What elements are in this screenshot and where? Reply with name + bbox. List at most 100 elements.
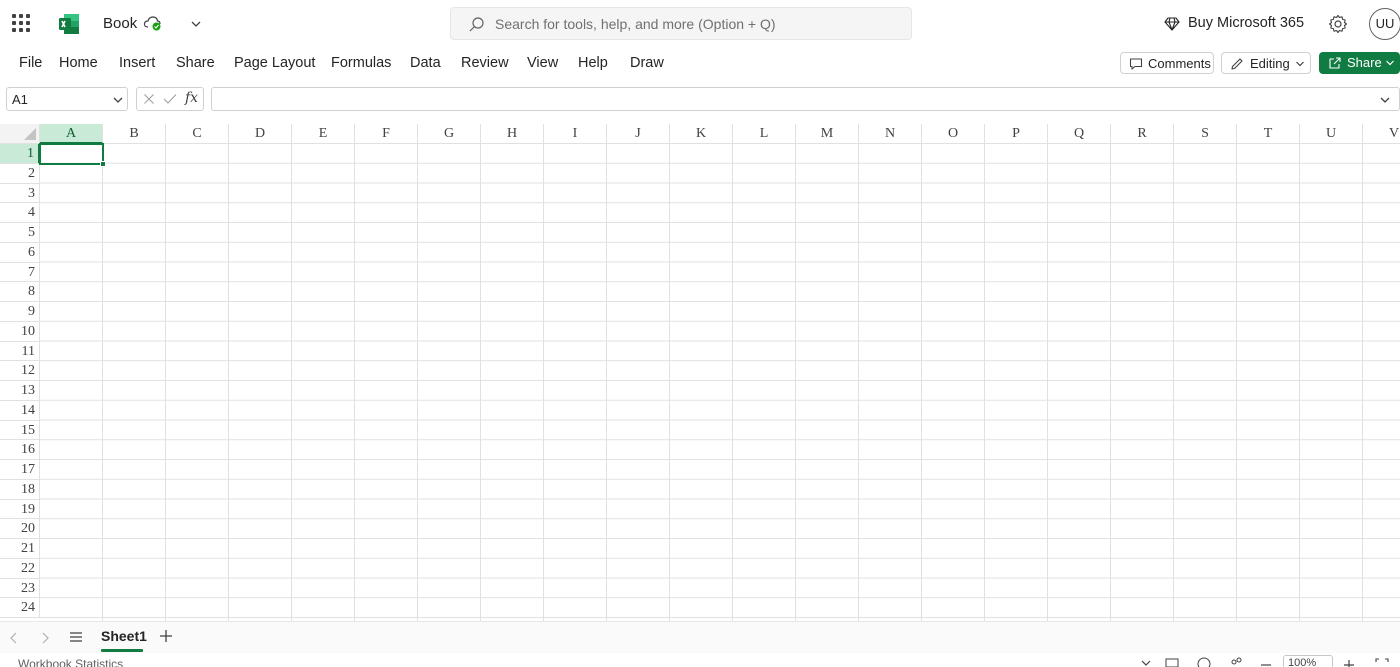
column-header-d[interactable]: D — [229, 124, 292, 144]
tab-help[interactable]: Help — [578, 55, 608, 71]
workbook-statistics-button[interactable]: Workbook Statistics — [18, 657, 123, 667]
column-header-m[interactable]: M — [796, 124, 859, 144]
chevron-down-icon[interactable] — [1140, 656, 1152, 667]
fill-handle[interactable] — [100, 161, 106, 167]
row-header-10[interactable]: 10 — [0, 321, 40, 342]
column-header-q[interactable]: Q — [1048, 124, 1111, 144]
tab-file[interactable]: File — [19, 55, 42, 71]
cancel-icon[interactable] — [143, 93, 155, 105]
zoom-in-icon[interactable] — [1343, 656, 1355, 667]
column-header-u[interactable]: U — [1300, 124, 1363, 144]
select-all-button[interactable] — [0, 124, 40, 144]
search-box[interactable]: Search for tools, help, and more (Option… — [450, 7, 912, 40]
row-header-23[interactable]: 23 — [0, 578, 40, 599]
add-sheet-icon[interactable] — [159, 628, 173, 644]
column-header-i[interactable]: I — [544, 124, 607, 144]
column-header-c[interactable]: C — [166, 124, 229, 144]
column-header-l[interactable]: L — [733, 124, 796, 144]
formula-input[interactable] — [211, 87, 1400, 111]
column-header-p[interactable]: P — [985, 124, 1048, 144]
document-name[interactable]: Book — [103, 15, 137, 32]
help-icon[interactable] — [1197, 656, 1211, 667]
app-launcher-icon[interactable] — [12, 14, 30, 32]
row-header-6[interactable]: 6 — [0, 242, 40, 263]
column-header-f[interactable]: F — [355, 124, 418, 144]
column-header-e[interactable]: E — [292, 124, 355, 144]
editing-mode-button[interactable]: Editing — [1221, 52, 1311, 74]
tab-data[interactable]: Data — [410, 55, 441, 71]
tab-draw[interactable]: Draw — [630, 55, 664, 71]
column-header-v[interactable]: V — [1363, 124, 1400, 144]
buy-microsoft-365-link[interactable]: Buy Microsoft 365 — [1188, 15, 1304, 31]
share-button[interactable]: Share — [1319, 52, 1400, 74]
active-sheet-indicator — [101, 649, 143, 652]
chevron-left-icon[interactable] — [8, 631, 20, 645]
column-header-s[interactable]: S — [1174, 124, 1237, 144]
expand-formula-bar-icon[interactable] — [1379, 94, 1391, 106]
tab-formulas[interactable]: Formulas — [331, 55, 391, 71]
cell-area[interactable] — [40, 144, 1400, 621]
column-header-g[interactable]: G — [418, 124, 481, 144]
column-header-h[interactable]: H — [481, 124, 544, 144]
insert-function-button[interactable]: fx — [185, 90, 198, 106]
zoom-level-select[interactable]: 100% — [1283, 655, 1333, 667]
row-header-20[interactable]: 20 — [0, 519, 40, 539]
chevron-down-icon[interactable] — [188, 16, 204, 32]
accessibility-icon[interactable] — [1229, 656, 1243, 667]
column-header-r[interactable]: R — [1111, 124, 1174, 144]
sheet-tab-sheet1[interactable]: Sheet1 — [101, 628, 147, 644]
comment-icon — [1129, 58, 1143, 70]
settings-gear-icon[interactable] — [1328, 14, 1348, 34]
row-header-15[interactable]: 15 — [0, 420, 40, 441]
spreadsheet-grid[interactable]: ABCDEFGHIJKLMNOPQRSTUV 1 2 3 4 5 6 7 8 9 10 11 12 13… — [0, 124, 1400, 621]
chevron-down-icon — [1386, 60, 1394, 66]
row-header-24[interactable]: 24 — [0, 598, 40, 618]
chevron-right-icon[interactable] — [39, 631, 51, 645]
row-header-14[interactable]: 14 — [0, 400, 40, 421]
row-header-18[interactable]: 18 — [0, 479, 40, 500]
row-header-22[interactable]: 22 — [0, 558, 40, 579]
row-header-13[interactable]: 13 — [0, 381, 40, 401]
name-box[interactable]: A1 — [6, 87, 128, 111]
row-header-21[interactable]: 21 — [0, 539, 40, 559]
row-header-17[interactable]: 17 — [0, 460, 40, 480]
active-cell-a1[interactable] — [39, 143, 106, 167]
tab-home[interactable]: Home — [59, 55, 98, 71]
share-icon — [1329, 57, 1341, 69]
chevron-down-icon[interactable] — [112, 94, 124, 106]
tab-view[interactable]: View — [527, 55, 558, 71]
tab-page-layout[interactable]: Page Layout — [234, 55, 315, 71]
fullscreen-icon[interactable] — [1375, 656, 1389, 667]
all-sheets-menu-icon[interactable] — [69, 630, 83, 644]
user-avatar[interactable]: UU — [1369, 8, 1400, 40]
row-header-12[interactable]: 12 — [0, 361, 40, 381]
row-header-5[interactable]: 5 — [0, 223, 40, 243]
chevron-down-icon — [1296, 61, 1304, 67]
column-header-b[interactable]: B — [103, 124, 166, 144]
tab-review[interactable]: Review — [461, 55, 509, 71]
row-header-8[interactable]: 8 — [0, 282, 40, 302]
column-header-n[interactable]: N — [859, 124, 922, 144]
row-header-2[interactable]: 2 — [0, 163, 40, 184]
zoom-out-icon[interactable] — [1260, 656, 1272, 667]
column-header-o[interactable]: O — [922, 124, 985, 144]
comments-button[interactable]: Comments — [1120, 52, 1214, 74]
column-header-t[interactable]: T — [1237, 124, 1300, 144]
column-header-j[interactable]: J — [607, 124, 670, 144]
enter-check-icon[interactable] — [163, 93, 177, 105]
row-header-7[interactable]: 7 — [0, 262, 40, 283]
row-header-3[interactable]: 3 — [0, 183, 40, 204]
keyboard-icon[interactable] — [1165, 656, 1179, 667]
row-header-9[interactable]: 9 — [0, 302, 40, 322]
search-placeholder: Search for tools, help, and more (Option… — [495, 16, 776, 32]
row-header-11[interactable]: 11 — [0, 341, 40, 362]
tab-share[interactable]: Share — [176, 55, 215, 71]
row-header-4[interactable]: 4 — [0, 203, 40, 223]
row-header-16[interactable]: 16 — [0, 440, 40, 460]
tab-insert[interactable]: Insert — [119, 55, 155, 71]
column-header-a[interactable]: A — [40, 124, 103, 144]
column-header-k[interactable]: K — [670, 124, 733, 144]
row-header-1[interactable]: 1 — [0, 144, 40, 164]
row-header-19[interactable]: 19 — [0, 499, 40, 520]
cloud-saved-icon[interactable] — [143, 14, 163, 32]
